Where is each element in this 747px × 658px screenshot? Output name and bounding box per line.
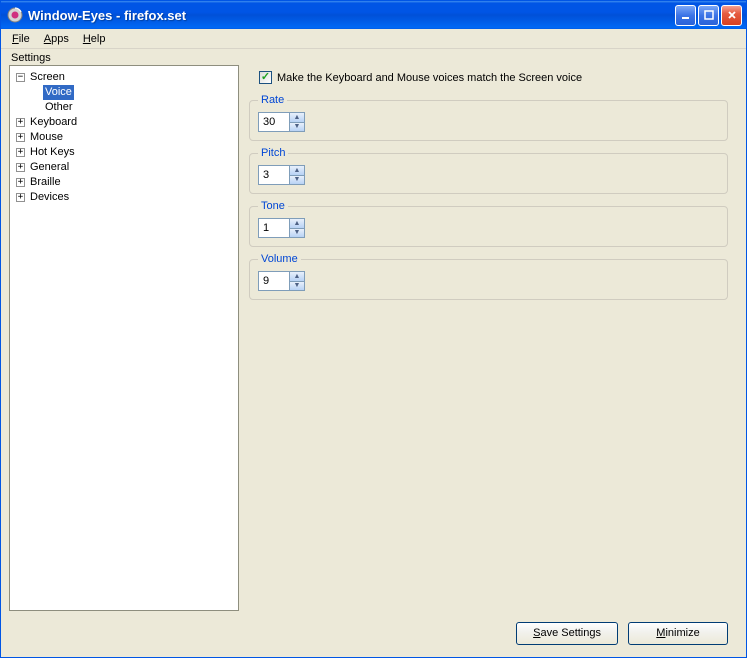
rate-legend: Rate (258, 94, 287, 106)
chevron-up-icon: ▲ (294, 220, 301, 227)
expand-icon[interactable]: + (16, 178, 25, 187)
collapse-icon[interactable]: − (16, 73, 25, 82)
tone-up-button[interactable]: ▲ (289, 219, 304, 228)
menubar: File Apps Help (1, 29, 746, 49)
pitch-input[interactable] (259, 166, 289, 184)
expand-icon[interactable]: + (16, 118, 25, 127)
pitch-up-button[interactable]: ▲ (289, 166, 304, 175)
window-title: Window-Eyes - firefox.set (28, 8, 675, 23)
menu-help[interactable]: Help (76, 31, 113, 47)
main-panel: ✓ Make the Keyboard and Mouse voices mat… (249, 65, 738, 611)
save-settings-button[interactable]: Save Settings (516, 622, 618, 645)
match-voices-checkbox[interactable]: ✓ (259, 71, 272, 84)
pitch-group: Pitch ▲ ▼ (249, 147, 728, 194)
settings-tree[interactable]: − Screen Voice Other (9, 65, 239, 611)
rate-spinner[interactable]: ▲ ▼ (258, 112, 305, 132)
volume-legend: Volume (258, 253, 301, 265)
tree-item-voice[interactable]: Voice (43, 85, 74, 100)
expand-icon[interactable]: + (16, 148, 25, 157)
expand-icon[interactable]: + (16, 193, 25, 202)
tree-item-braille[interactable]: Braille (28, 175, 63, 190)
volume-spinner[interactable]: ▲ ▼ (258, 271, 305, 291)
app-icon (7, 7, 23, 23)
chevron-down-icon: ▼ (294, 123, 301, 130)
tone-legend: Tone (258, 200, 288, 212)
chevron-down-icon: ▼ (294, 229, 301, 236)
tree-item-other[interactable]: Other (43, 100, 75, 115)
minimize-window-button[interactable] (675, 5, 696, 26)
check-icon: ✓ (261, 72, 270, 83)
volume-up-button[interactable]: ▲ (289, 272, 304, 281)
pitch-legend: Pitch (258, 147, 288, 159)
expand-icon[interactable]: + (16, 133, 25, 142)
tone-input[interactable] (259, 219, 289, 237)
tree-item-mouse[interactable]: Mouse (28, 130, 65, 145)
close-window-button[interactable] (721, 5, 742, 26)
tree-item-keyboard[interactable]: Keyboard (28, 115, 79, 130)
titlebar: Window-Eyes - firefox.set (1, 1, 746, 29)
chevron-down-icon: ▼ (294, 176, 301, 183)
settings-heading: Settings (1, 49, 746, 65)
tone-group: Tone ▲ ▼ (249, 200, 728, 247)
rate-up-button[interactable]: ▲ (289, 113, 304, 122)
rate-group: Rate ▲ ▼ (249, 94, 728, 141)
tree-item-devices[interactable]: Devices (28, 190, 71, 205)
rate-down-button[interactable]: ▼ (289, 122, 304, 132)
expand-icon[interactable]: + (16, 163, 25, 172)
minimize-button[interactable]: Minimize (628, 622, 728, 645)
rate-input[interactable] (259, 113, 289, 131)
tree-item-screen[interactable]: Screen (28, 70, 67, 85)
maximize-window-button[interactable] (698, 5, 719, 26)
chevron-down-icon: ▼ (294, 282, 301, 289)
pitch-spinner[interactable]: ▲ ▼ (258, 165, 305, 185)
tone-down-button[interactable]: ▼ (289, 228, 304, 238)
volume-group: Volume ▲ ▼ (249, 253, 728, 300)
chevron-up-icon: ▲ (294, 273, 301, 280)
pitch-down-button[interactable]: ▼ (289, 175, 304, 185)
chevron-up-icon: ▲ (294, 114, 301, 121)
tree-item-general[interactable]: General (28, 160, 71, 175)
tree-item-hotkeys[interactable]: Hot Keys (28, 145, 77, 160)
chevron-up-icon: ▲ (294, 167, 301, 174)
volume-input[interactable] (259, 272, 289, 290)
tone-spinner[interactable]: ▲ ▼ (258, 218, 305, 238)
match-voices-label: Make the Keyboard and Mouse voices match… (277, 72, 582, 84)
menu-apps[interactable]: Apps (37, 31, 76, 47)
menu-file[interactable]: File (5, 31, 37, 47)
volume-down-button[interactable]: ▼ (289, 281, 304, 291)
